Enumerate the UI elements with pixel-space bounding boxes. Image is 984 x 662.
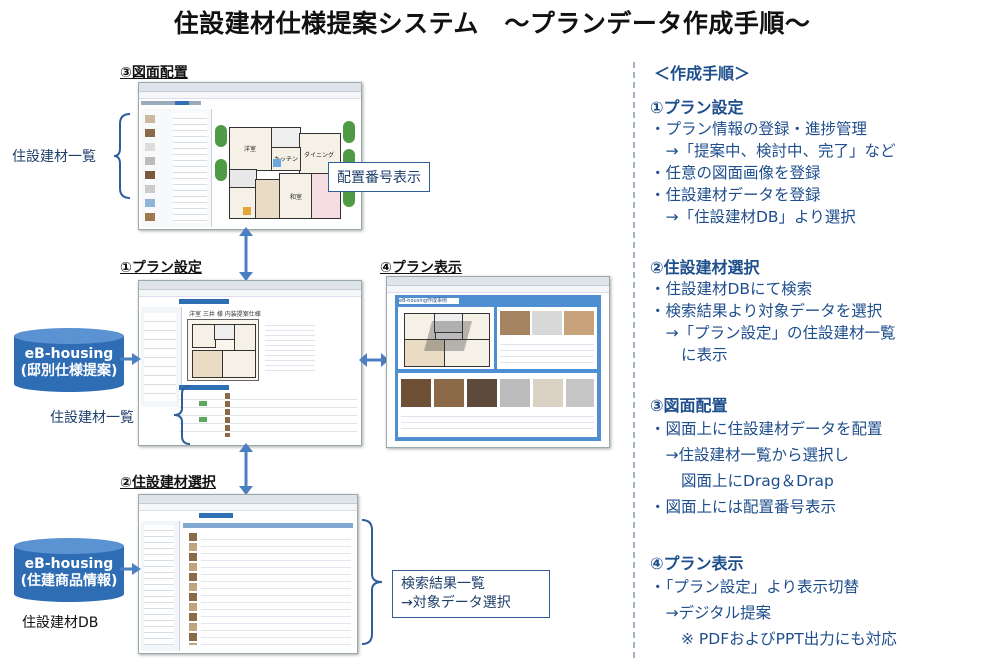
db-caption: 住設建材DB — [22, 615, 99, 631]
result-brace — [361, 519, 383, 645]
step3-line: ・図面上には配置番号表示 — [650, 498, 837, 516]
db2-subtitle: (住建商品情報) — [20, 573, 118, 589]
page-title: 住設建材仕様提案システム ～プランデータ作成手順～ — [173, 9, 811, 38]
arrow-plan-select — [239, 443, 253, 495]
step3-line: ・図面上に住設建材データを配置 — [650, 420, 883, 438]
display-brand-header: eB-housing作成事例 — [399, 298, 459, 304]
step1-line: ・プラン情報の登録・進捗管理 — [650, 120, 868, 138]
step3-line: 図面上にDrag＆Drap — [650, 472, 834, 490]
step2-line: ・住設建材DBにて検索 — [650, 280, 813, 298]
step2-line: →「プラン設定」の住設建材一覧 — [650, 324, 896, 342]
steps-heading: ＜作成手順＞ — [654, 64, 751, 83]
step4-block: ④プラン表示 ・「プラン設定」より表示切替 →デジタル提案 ※ PDFおよびPP… — [650, 550, 897, 652]
arrow-layout-plan — [239, 227, 253, 281]
material-select-section-label: ②住設建材選択 — [120, 475, 216, 491]
step1-title: ①プラン設定 — [650, 98, 744, 117]
step3-line: →住設建材一覧から選択し — [650, 446, 850, 464]
step4-title: ④プラン表示 — [650, 554, 744, 573]
step3-block: ③図面配置 ・図面上に住設建材データを配置 →住設建材一覧から選択し 図面上にD… — [650, 392, 883, 520]
step1-line: →「提案中、検討中、完了」など — [650, 142, 896, 160]
room-label: ダイニング — [304, 152, 335, 159]
list-brace-mid — [173, 385, 191, 445]
step2-line: ・検索結果より対象データを選択 — [650, 302, 883, 320]
list-brace-top — [113, 113, 131, 199]
arrow-db2-select — [120, 563, 141, 575]
step1-line: →「住設建材DB」より選択 — [650, 208, 856, 226]
room-label: 洋室 — [244, 146, 257, 153]
arrow-db1-plan — [120, 353, 141, 365]
search-result-callout: 検索結果一覧 →対象データ選択 — [392, 570, 550, 618]
step1-block: ①プラン設定 ・プラン情報の登録・進捗管理 →「提案中、検討中、完了」など ・任… — [650, 94, 896, 228]
plan-display-screenshot: eB-housing作成事例 — [386, 276, 610, 448]
plan-display-section-label: ④プラン表示 — [380, 260, 462, 276]
db1-name: eB-housing — [24, 346, 114, 362]
step2-title: ②住設建材選択 — [650, 258, 760, 277]
material-list-label-mid: 住設建材一覧 — [50, 410, 134, 426]
step1-line: ・住設建材データを登録 — [650, 186, 821, 204]
step2-block: ②住設建材選択 ・住設建材DBにて検索 ・検索結果より対象データを選択 →「プラ… — [650, 254, 896, 366]
material-search-screenshot — [138, 494, 358, 654]
step4-line: →デジタル提案 — [650, 604, 772, 622]
layout-section-label: ③図面配置 — [120, 65, 188, 81]
step2-line: に表示 — [650, 346, 728, 364]
database-plan-proposal: eB-housing (邸別仕様提案) — [14, 328, 124, 392]
section-divider — [633, 62, 635, 658]
room-label: 和室 — [290, 194, 303, 201]
step4-line: ・「プラン設定」より表示切替 — [650, 578, 859, 596]
plan-setting-section-label: ①プラン設定 — [120, 260, 202, 276]
database-housing-products: eB-housing (住建商品情報) — [14, 538, 124, 602]
step4-line: ※ PDFおよびPPT出力にも対応 — [650, 630, 897, 648]
step1-line: ・任意の図面画像を登録 — [650, 164, 821, 182]
step3-title: ③図面配置 — [650, 396, 728, 415]
placement-number-callout: 配置番号表示 — [328, 162, 430, 192]
floorplan-layout-screenshot: 洋室 ダイニング キッチン 和室 — [138, 82, 362, 230]
material-list-label-top: 住設建材一覧 — [12, 149, 96, 165]
db1-subtitle: (邸別仕様提案) — [20, 363, 118, 379]
db2-name: eB-housing — [24, 556, 114, 572]
